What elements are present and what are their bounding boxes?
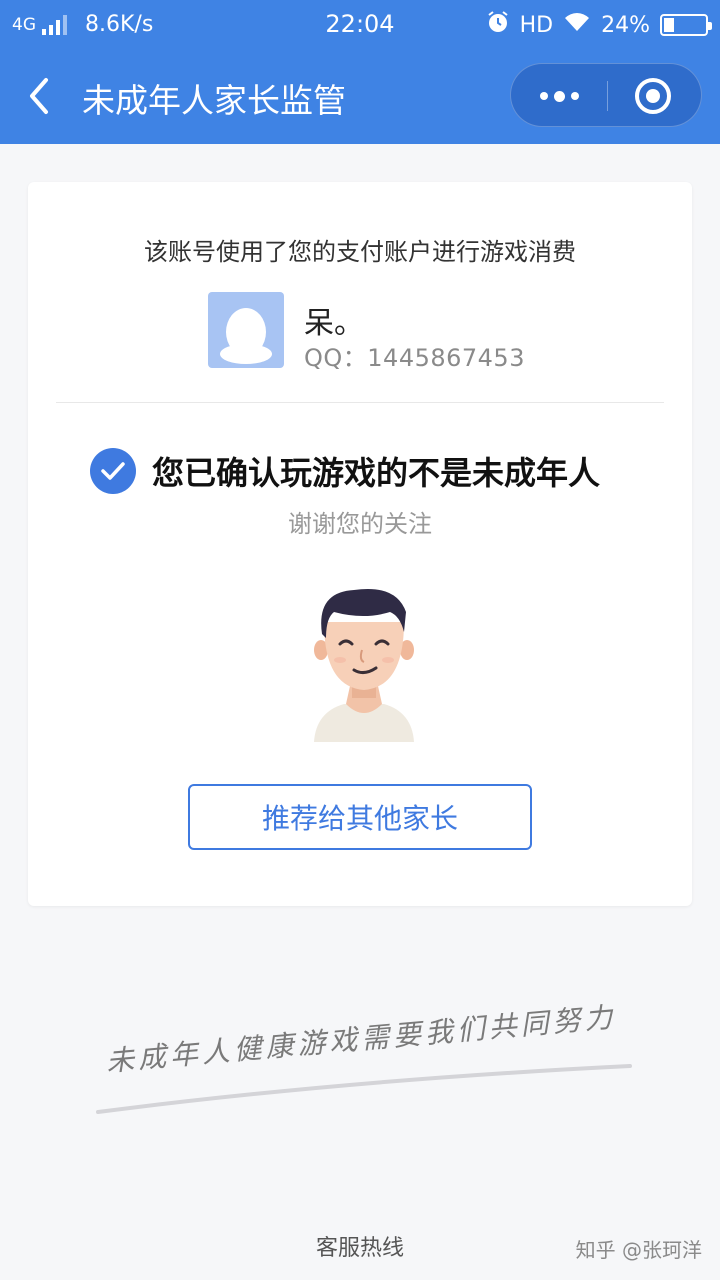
penguin-avatar-icon: [208, 292, 284, 368]
slogan-banner: 未成年人健康游戏需要我们共同努力: [96, 1000, 636, 1120]
confirm-status: 您已确认玩游戏的不是未成年人: [90, 448, 600, 494]
smiling-man-illustration: [304, 582, 424, 742]
card-description: 该账号使用了您的支付账户进行游戏消费: [144, 238, 576, 266]
battery-percent: 24%: [601, 12, 650, 38]
recommend-to-parents-button[interactable]: 推荐给其他家长: [188, 784, 532, 850]
page-title: 未成年人家长监管: [82, 81, 346, 120]
top-bar: 4G 8.6K/s 22:04 HD 24% 未成年人家长监管: [0, 0, 720, 144]
thanks-text: 谢谢您的关注: [288, 510, 432, 538]
user-name: 呆。: [304, 306, 364, 341]
mini-program-capsule: [510, 63, 702, 127]
divider: [56, 402, 664, 403]
target-icon[interactable]: [605, 64, 701, 128]
supervision-card: 该账号使用了您的支付账户进行游戏消费 呆。 QQ：1445867453 您已确认…: [28, 182, 692, 906]
check-circle-icon: [90, 448, 136, 494]
hd-label: HD: [519, 12, 554, 38]
watermark: 知乎 @张珂洋: [575, 1238, 702, 1262]
confirm-text: 您已确认玩游戏的不是未成年人: [152, 454, 601, 492]
battery-icon: [660, 14, 712, 36]
status-bar: 4G 8.6K/s 22:04 HD 24%: [0, 0, 720, 50]
chevron-left-icon[interactable]: [22, 74, 62, 118]
more-dots-icon[interactable]: [511, 64, 607, 128]
nav-bar: 未成年人家长监管: [0, 60, 720, 132]
wifi-icon: [563, 11, 591, 39]
brush-stroke-decoration: [96, 1064, 632, 1114]
alarm-icon: [486, 10, 510, 40]
user-qq-number: QQ：1445867453: [304, 344, 525, 372]
